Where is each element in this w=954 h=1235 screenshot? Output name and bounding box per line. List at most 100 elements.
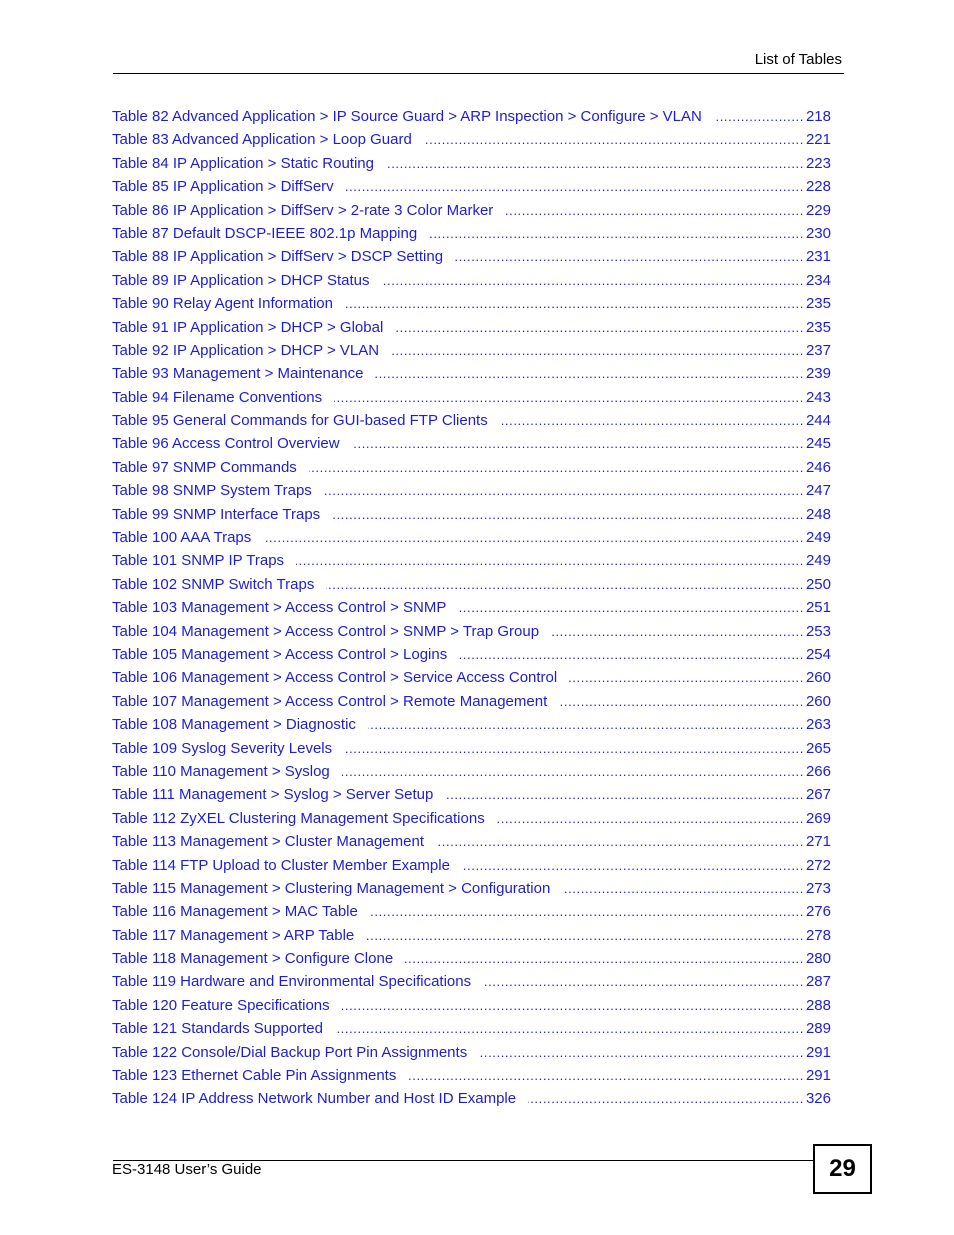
toc-entry-page[interactable]: 246 bbox=[804, 457, 831, 478]
toc-entry-page[interactable]: 278 bbox=[804, 925, 831, 946]
toc-entry-label[interactable]: Table 95 General Commands for GUI-based … bbox=[112, 410, 500, 431]
toc-entry-label[interactable]: Table 108 Management > Diagnostic bbox=[112, 714, 368, 735]
toc-entry[interactable]: Table 100 AAA Traps.....................… bbox=[112, 527, 831, 550]
toc-entry-page[interactable]: 289 bbox=[804, 1018, 831, 1039]
toc-entry-page[interactable]: 251 bbox=[804, 597, 831, 618]
toc-entry-page[interactable]: 230 bbox=[804, 223, 831, 244]
toc-entry-label[interactable]: Table 87 Default DSCP-IEEE 802.1p Mappin… bbox=[112, 223, 429, 244]
toc-entry[interactable]: Table 93 Management > Maintenance.......… bbox=[112, 363, 831, 386]
toc-entry-label[interactable]: Table 99 SNMP Interface Traps bbox=[112, 504, 332, 525]
toc-entry[interactable]: Table 106 Management > Access Control > … bbox=[112, 667, 831, 690]
toc-entry-label[interactable]: Table 107 Management > Access Control > … bbox=[112, 691, 559, 712]
toc-entry-label[interactable]: Table 82 Advanced Application > IP Sourc… bbox=[112, 106, 714, 127]
toc-entry-label[interactable]: Table 120 Feature Specifications bbox=[112, 995, 342, 1016]
toc-entry-label[interactable]: Table 105 Management > Access Control > … bbox=[112, 644, 459, 665]
toc-entry-page[interactable]: 234 bbox=[804, 270, 831, 291]
toc-entry[interactable]: Table 104 Management > Access Control > … bbox=[112, 621, 831, 644]
toc-entry-page[interactable]: 221 bbox=[804, 129, 831, 150]
toc-entry-page[interactable]: 280 bbox=[804, 948, 831, 969]
toc-entry[interactable]: Table 96 Access Control Overview........… bbox=[112, 433, 831, 456]
toc-entry-page[interactable]: 239 bbox=[804, 363, 831, 384]
toc-entry-page[interactable]: 250 bbox=[804, 574, 831, 595]
toc-entry-label[interactable]: Table 100 AAA Traps bbox=[112, 527, 263, 548]
toc-entry[interactable]: Table 110 Management > Syslog...........… bbox=[112, 761, 831, 784]
toc-entry[interactable]: Table 121 Standards Supported...........… bbox=[112, 1018, 831, 1041]
toc-entry-page[interactable]: 291 bbox=[804, 1042, 831, 1063]
toc-entry[interactable]: Table 87 Default DSCP-IEEE 802.1p Mappin… bbox=[112, 223, 831, 246]
toc-entry-label[interactable]: Table 115 Management > Clustering Manage… bbox=[112, 878, 562, 899]
toc-entry-label[interactable]: Table 116 Management > MAC Table bbox=[112, 901, 370, 922]
toc-entry-label[interactable]: Table 124 IP Address Network Number and … bbox=[112, 1088, 528, 1109]
toc-entry[interactable]: Table 98 SNMP System Traps..............… bbox=[112, 480, 831, 503]
toc-entry-label[interactable]: Table 118 Management > Configure Clone bbox=[112, 948, 405, 969]
toc-entry-page[interactable]: 266 bbox=[804, 761, 831, 782]
toc-entry[interactable]: Table 108 Management > Diagnostic.......… bbox=[112, 714, 831, 737]
toc-entry-page[interactable]: 231 bbox=[804, 246, 831, 267]
toc-entry[interactable]: Table 109 Syslog Severity Levels........… bbox=[112, 738, 831, 761]
toc-entry[interactable]: Table 124 IP Address Network Number and … bbox=[112, 1088, 831, 1111]
toc-entry[interactable]: Table 101 SNMP IP Traps.................… bbox=[112, 550, 831, 573]
toc-entry-page[interactable]: 244 bbox=[804, 410, 831, 431]
toc-entry-label[interactable]: Table 98 SNMP System Traps bbox=[112, 480, 324, 501]
toc-entry[interactable]: Table 99 SNMP Interface Traps...........… bbox=[112, 504, 831, 527]
toc-entry[interactable]: Table 89 IP Application > DHCP Status...… bbox=[112, 270, 831, 293]
toc-entry-page[interactable]: 254 bbox=[804, 644, 831, 665]
toc-entry[interactable]: Table 85 IP Application > DiffServ......… bbox=[112, 176, 831, 199]
toc-entry-page[interactable]: 288 bbox=[804, 995, 831, 1016]
toc-entry-page[interactable]: 273 bbox=[804, 878, 831, 899]
toc-entry-page[interactable]: 287 bbox=[804, 971, 831, 992]
toc-entry-label[interactable]: Table 88 IP Application > DiffServ > DSC… bbox=[112, 246, 455, 267]
toc-entry-label[interactable]: Table 109 Syslog Severity Levels bbox=[112, 738, 344, 759]
toc-entry-label[interactable]: Table 103 Management > Access Control > … bbox=[112, 597, 458, 618]
toc-entry-page[interactable]: 223 bbox=[804, 153, 831, 174]
toc-entry-page[interactable]: 243 bbox=[804, 387, 831, 408]
toc-entry[interactable]: Table 84 IP Application > Static Routing… bbox=[112, 153, 831, 176]
toc-entry-page[interactable]: 229 bbox=[804, 200, 831, 221]
toc-entry-label[interactable]: Table 91 IP Application > DHCP > Global bbox=[112, 317, 395, 338]
toc-entry-page[interactable]: 260 bbox=[804, 691, 831, 712]
toc-entry-label[interactable]: Table 83 Advanced Application > Loop Gua… bbox=[112, 129, 424, 150]
toc-entry-label[interactable]: Table 122 Console/Dial Backup Port Pin A… bbox=[112, 1042, 479, 1063]
toc-entry[interactable]: Table 86 IP Application > DiffServ > 2-r… bbox=[112, 200, 831, 223]
toc-entry-page[interactable]: 235 bbox=[804, 293, 831, 314]
toc-entry[interactable]: Table 94 Filename Conventions...........… bbox=[112, 387, 831, 410]
toc-entry-page[interactable]: 249 bbox=[804, 550, 831, 571]
toc-entry-page[interactable]: 269 bbox=[804, 808, 831, 829]
toc-entry-label[interactable]: Table 123 Ethernet Cable Pin Assignments bbox=[112, 1065, 408, 1086]
toc-entry-label[interactable]: Table 96 Access Control Overview bbox=[112, 433, 352, 454]
toc-entry[interactable]: Table 115 Management > Clustering Manage… bbox=[112, 878, 831, 901]
toc-entry-label[interactable]: Table 121 Standards Supported bbox=[112, 1018, 335, 1039]
toc-entry-label[interactable]: Table 97 SNMP Commands bbox=[112, 457, 309, 478]
toc-entry-label[interactable]: Table 101 SNMP IP Traps bbox=[112, 550, 296, 571]
toc-entry[interactable]: Table 92 IP Application > DHCP > VLAN...… bbox=[112, 340, 831, 363]
toc-entry-page[interactable]: 260 bbox=[804, 667, 831, 688]
toc-entry-label[interactable]: Table 92 IP Application > DHCP > VLAN bbox=[112, 340, 391, 361]
toc-entry-label[interactable]: Table 119 Hardware and Environmental Spe… bbox=[112, 971, 483, 992]
toc-entry-page[interactable]: 247 bbox=[804, 480, 831, 501]
toc-entry-page[interactable]: 267 bbox=[804, 784, 831, 805]
toc-entry-label[interactable]: Table 114 FTP Upload to Cluster Member E… bbox=[112, 855, 462, 876]
toc-entry-page[interactable]: 228 bbox=[804, 176, 831, 197]
toc-entry-label[interactable]: Table 102 SNMP Switch Traps bbox=[112, 574, 326, 595]
toc-entry[interactable]: Table 111 Management > Syslog > Server S… bbox=[112, 784, 831, 807]
toc-entry[interactable]: Table 91 IP Application > DHCP > Global.… bbox=[112, 317, 831, 340]
toc-entry-page[interactable]: 271 bbox=[804, 831, 831, 852]
toc-entry[interactable]: Table 95 General Commands for GUI-based … bbox=[112, 410, 831, 433]
toc-entry[interactable]: Table 103 Management > Access Control > … bbox=[112, 597, 831, 620]
toc-entry-page[interactable]: 272 bbox=[804, 855, 831, 876]
toc-entry-page[interactable]: 235 bbox=[804, 317, 831, 338]
toc-entry-page[interactable]: 245 bbox=[804, 433, 831, 454]
toc-entry[interactable]: Table 97 SNMP Commands..................… bbox=[112, 457, 831, 480]
toc-entry-page[interactable]: 248 bbox=[804, 504, 831, 525]
toc-entry-label[interactable]: Table 113 Management > Cluster Managemen… bbox=[112, 831, 436, 852]
toc-entry-page[interactable]: 265 bbox=[804, 738, 831, 759]
toc-entry[interactable]: Table 119 Hardware and Environmental Spe… bbox=[112, 971, 831, 994]
toc-entry-page[interactable]: 263 bbox=[804, 714, 831, 735]
toc-entry-label[interactable]: Table 89 IP Application > DHCP Status bbox=[112, 270, 382, 291]
toc-entry-label[interactable]: Table 90 Relay Agent Information bbox=[112, 293, 345, 314]
toc-entry[interactable]: Table 120 Feature Specifications........… bbox=[112, 995, 831, 1018]
toc-entry[interactable]: Table 82 Advanced Application > IP Sourc… bbox=[112, 106, 831, 129]
toc-entry[interactable]: Table 107 Management > Access Control > … bbox=[112, 691, 831, 714]
toc-entry[interactable]: Table 123 Ethernet Cable Pin Assignments… bbox=[112, 1065, 831, 1088]
toc-entry[interactable]: Table 113 Management > Cluster Managemen… bbox=[112, 831, 831, 854]
